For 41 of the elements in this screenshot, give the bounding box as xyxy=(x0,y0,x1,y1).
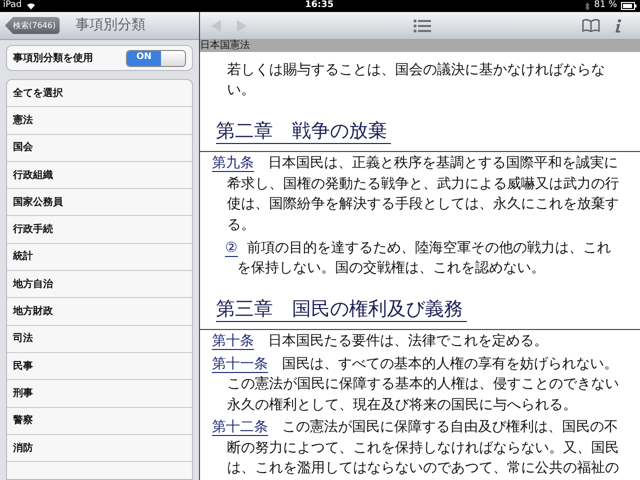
category-item[interactable]: 行政組織 xyxy=(7,162,192,190)
article-text: 第十二条 この憲法が国民に保障する自由及び権利は、国民の不断の努力によつて、これを保持しなければならない。又、国民は、これを濫用してはならないのであつて、常に公共の福祉の xyxy=(212,418,620,478)
category-item[interactable]: 警察 xyxy=(7,408,192,435)
article-text: 第十一条 国民は、すべての基本的人権の享有を妨げられない。この憲法が国民に保障する基本的人権は、侵すことのできない永久の権利として、現在及び将来の国民に与へられる。 xyxy=(212,355,620,414)
category-item[interactable]: 刑事 xyxy=(7,380,192,408)
article-link[interactable]: 第九条 xyxy=(212,156,254,172)
category-item[interactable]: 統計 xyxy=(7,244,192,272)
category-item[interactable]: 消防 xyxy=(7,434,192,462)
toggle-switch[interactable]: ON xyxy=(126,50,186,66)
info-icon[interactable] xyxy=(614,18,622,32)
battery-percent: 81 % xyxy=(594,0,617,12)
category-item[interactable]: 全てを選択 xyxy=(7,80,192,108)
battery-icon xyxy=(621,2,637,10)
article-text: 第九条 日本国民は、正義と秩序を基調とする国際平和を誠実に希求し、国権の発動たる戦争と、武力による威嚇又は武力の行使は、国際紛争を解決する手段としては、永久にこれを放棄する。 xyxy=(212,154,620,234)
list-icon[interactable] xyxy=(413,18,431,32)
wifi-icon xyxy=(26,2,36,10)
device-name: iPad xyxy=(3,0,22,12)
category-item[interactable]: 地方財政 xyxy=(7,298,192,326)
paragraph-text: ② 前項の目的を達するため、陸海空軍その他の戦力は、これを保持しない。国の交戦権は、これを認めない。 xyxy=(225,239,612,278)
chapter-heading: 第二章 戦争の放棄 xyxy=(216,121,391,144)
category-item[interactable]: 憲法 xyxy=(7,107,192,135)
category-item[interactable]: 国会 xyxy=(7,134,192,162)
article-link[interactable]: 第十一条 xyxy=(212,356,268,372)
toggle-label: 事項別分類を使用 xyxy=(13,52,93,66)
article-text: 第十条 日本国民たる要件は、法律でこれを定める。 xyxy=(212,332,549,352)
clock-time: 16:35 xyxy=(305,0,334,12)
article-link[interactable]: 第十二条 xyxy=(212,420,268,436)
back-button[interactable]: 検索(7646) xyxy=(5,17,60,34)
panel-title: 事項別分類 xyxy=(76,16,146,35)
category-item[interactable]: 民事 xyxy=(7,352,192,380)
category-item[interactable]: 行政手続 xyxy=(7,216,192,244)
book-icon[interactable] xyxy=(582,19,600,32)
article-link[interactable]: 第十条 xyxy=(212,334,254,350)
article-text: 若しくは賜与することは、国会の議決に基かなければならない。 xyxy=(226,61,606,100)
category-item[interactable]: 司法 xyxy=(7,326,192,353)
category-item[interactable]: 国家公務員 xyxy=(7,189,192,216)
document-title: 日本国憲法 xyxy=(200,40,250,52)
category-item[interactable]: 地方自治 xyxy=(7,271,192,298)
paragraph-link[interactable]: ② xyxy=(225,241,238,257)
chapter-heading: 第三章 国民の権利及び義務 xyxy=(216,299,467,322)
bluetooth-icon xyxy=(585,2,590,10)
